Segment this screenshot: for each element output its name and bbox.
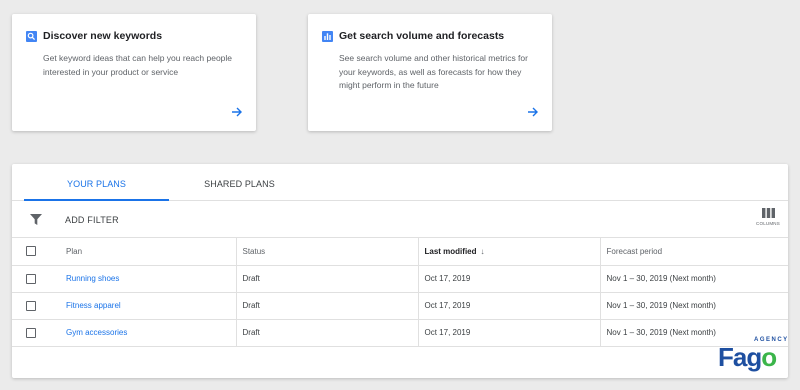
columns-icon (761, 208, 775, 218)
search-volume-forecasts-card[interactable]: Get search volume and forecasts See sear… (308, 14, 552, 131)
fago-agency-logo: AGENCY Fago (718, 337, 788, 378)
row-select-cell (12, 265, 66, 293)
filter-toolbar: ADD FILTER COLUMNS (12, 201, 788, 238)
row-checkbox[interactable] (26, 273, 36, 284)
row-select-cell (12, 319, 66, 347)
table-row: Fitness apparel Draft Oct 17, 2019 Nov 1… (12, 292, 788, 320)
discover-keywords-card[interactable]: Discover new keywords Get keyword ideas … (12, 14, 256, 131)
arrow-right-icon[interactable] (230, 105, 244, 119)
logo-wordmark: Fago (718, 342, 777, 372)
plan-link[interactable]: Fitness apparel (66, 301, 121, 310)
column-header-status[interactable]: Status (235, 238, 418, 266)
card-description: See search volume and other historical m… (339, 53, 528, 90)
column-header-forecast-period[interactable]: Forecast period (599, 238, 788, 266)
last-modified-cell: Oct 17, 2019 (417, 265, 600, 293)
row-checkbox[interactable] (26, 327, 36, 338)
search-icon (26, 30, 37, 42)
bar-chart-icon (322, 30, 333, 42)
add-filter-button[interactable]: ADD FILTER (65, 215, 119, 225)
card-title: Discover new keywords (43, 30, 163, 42)
columns-button[interactable]: COLUMNS (752, 208, 784, 226)
card-description: Get keyword ideas that can help you reac… (43, 53, 233, 77)
card-title: Get search volume and forecasts (339, 30, 505, 42)
tab-shared-plans[interactable]: SHARED PLANS (172, 164, 307, 201)
plan-cell: Fitness apparel (66, 292, 236, 320)
plan-link[interactable]: Gym accessories (66, 328, 127, 337)
forecast-period-cell: Nov 1 – 30, 2019 (Next month) (599, 265, 788, 293)
plan-cell: Running shoes (66, 265, 236, 293)
plans-panel: YOUR PLANS SHARED PLANS ADD FILTER COLUM… (12, 164, 788, 378)
select-all-cell (12, 238, 66, 266)
table-row: Running shoes Draft Oct 17, 2019 Nov 1 –… (12, 265, 788, 293)
status-cell: Draft (235, 319, 418, 347)
status-cell: Draft (235, 265, 418, 293)
table-header-row: Plan Status Last modified ↓ Forecast peri… (12, 238, 788, 266)
column-header-last-modified[interactable]: Last modified ↓ (417, 238, 600, 266)
arrow-right-icon[interactable] (526, 105, 540, 119)
last-modified-cell: Oct 17, 2019 (417, 319, 600, 347)
arrow-down-icon: ↓ (480, 246, 485, 256)
select-all-checkbox[interactable] (26, 246, 36, 257)
row-select-cell (12, 292, 66, 320)
last-modified-cell: Oct 17, 2019 (417, 292, 600, 320)
forecast-period-cell: Nov 1 – 30, 2019 (Next month) (599, 292, 788, 320)
plans-table: Plan Status Last modified ↓ Forecast peri… (12, 238, 788, 347)
plan-tabs: YOUR PLANS SHARED PLANS (12, 164, 788, 201)
plan-link[interactable]: Running shoes (66, 274, 119, 283)
tab-your-plans[interactable]: YOUR PLANS (24, 164, 169, 201)
row-checkbox[interactable] (26, 300, 36, 311)
column-header-plan[interactable]: Plan (66, 238, 236, 266)
status-cell: Draft (235, 292, 418, 320)
filter-icon[interactable] (30, 214, 42, 225)
column-header-label: Last modified (424, 246, 477, 256)
columns-label: COLUMNS (756, 221, 780, 226)
plan-cell: Gym accessories (66, 319, 236, 347)
table-row: Gym accessories Draft Oct 17, 2019 Nov 1… (12, 319, 788, 347)
